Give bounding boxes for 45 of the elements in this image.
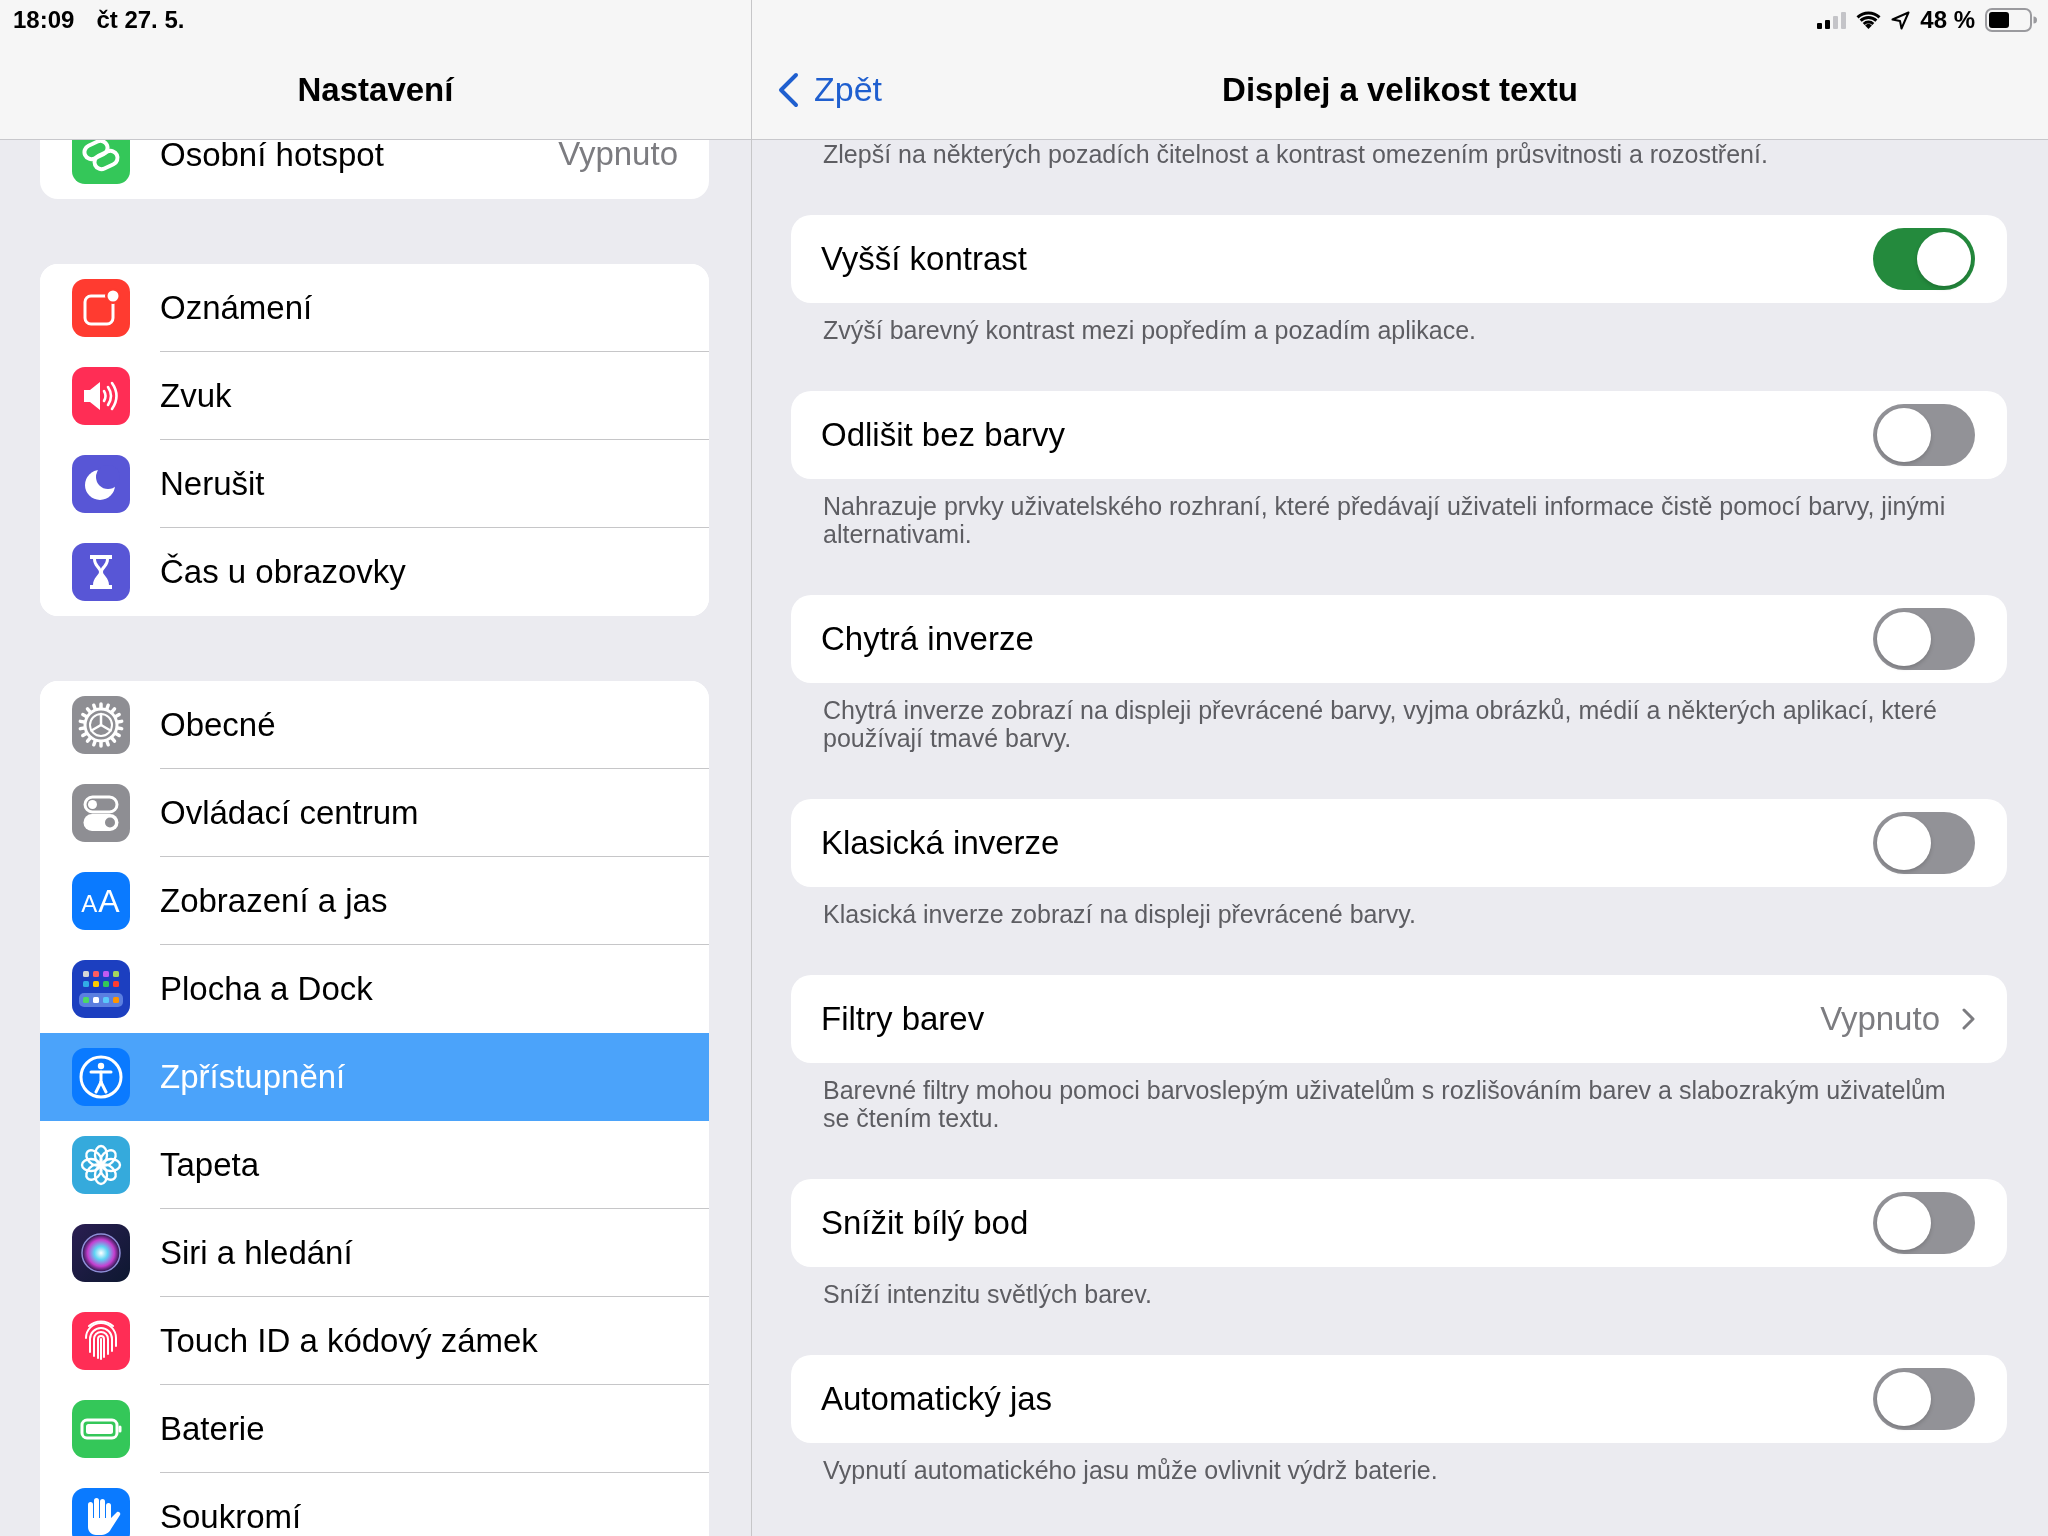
app-grid-icon: [72, 960, 130, 1018]
raised-hand-icon: [72, 1488, 130, 1536]
value-label: Vypnuto: [1820, 1000, 1940, 1038]
row-label: Vyšší kontrast: [821, 240, 1027, 278]
settings-row[interactable]: Filtry barev Vypnuto: [791, 975, 2007, 1063]
moon-icon: [72, 455, 130, 513]
gear-icon: [72, 696, 130, 754]
hourglass-icon: [72, 543, 130, 601]
fingerprint-icon: [72, 1312, 130, 1370]
section-footer: Zlepší na některých pozadích čitelnost a kontrast omezením průsvitnosti a rozostření.: [791, 140, 2007, 215]
section-footer: Zvýší barevný kontrast mezi popředím a pozadím aplikace.: [791, 303, 2007, 391]
section-footer: Sníží intenzitu světlých barev.: [791, 1267, 2007, 1355]
value-label: Vypnuto: [558, 140, 678, 173]
sidebar-item[interactable]: Oznámení: [40, 264, 709, 352]
sidebar-item[interactable]: Obecné: [40, 681, 709, 769]
accessibility-figure-icon: [72, 1048, 130, 1106]
status-time: 18:09: [13, 6, 75, 34]
wifi-icon: [1856, 11, 1882, 29]
nav-title: Nastavení: [297, 70, 454, 109]
flower-icon: [72, 1136, 130, 1194]
signal-bars-icon: [1817, 11, 1847, 29]
location-arrow-icon: [1891, 10, 1911, 30]
row-label: Chytrá inverze: [821, 620, 1034, 658]
switches-icon: [72, 784, 130, 842]
row-label: Odlišit bez barvy: [821, 416, 1065, 454]
speaker-icon: [72, 367, 130, 425]
section-footer: Chytrá inverze zobrazí na displeji převrácené barvy, vyjma obrázků, médií a některých aplikací, které používají tmavé barvy.: [791, 683, 2007, 799]
section-footer: Vypnutí automatického jasu může ovlivnit výdrž baterie.: [791, 1443, 2007, 1531]
section-footer: Nahrazuje prvky uživatelského rozhraní, které předávají uživateli informace čistě pomocí barvy, jinými alternativami.: [791, 479, 2007, 595]
glowing-orb-icon: [72, 1224, 130, 1282]
chevron-right-icon: [1962, 1008, 1975, 1030]
row-label: Snížit bílý bod: [821, 1204, 1029, 1242]
battery-percentage: 48 %: [1920, 6, 1975, 34]
text-size-icon: AA: [72, 872, 130, 930]
nav-title: Displej a velikost textu: [1222, 70, 1578, 109]
back-button[interactable]: Zpět: [774, 70, 883, 109]
battery-icon: [1985, 8, 2037, 32]
section-footer: Klasická inverze zobrazí na displeji převrácené barvy.: [791, 887, 2007, 975]
status-date: čt 27. 5.: [96, 6, 185, 34]
row-label: Automatický jas: [821, 1380, 1053, 1418]
chevron-left-icon: [777, 71, 799, 108]
notification-square-icon: [72, 279, 130, 337]
row-label: Klasická inverze: [821, 824, 1060, 862]
section-footer: Barevné filtry mohou pomoci barvoslepým uživatelům s rozlišováním barev a slabozrakým uživatelům se čtením textu.: [791, 1063, 2007, 1179]
battery-icon: [72, 1400, 130, 1458]
